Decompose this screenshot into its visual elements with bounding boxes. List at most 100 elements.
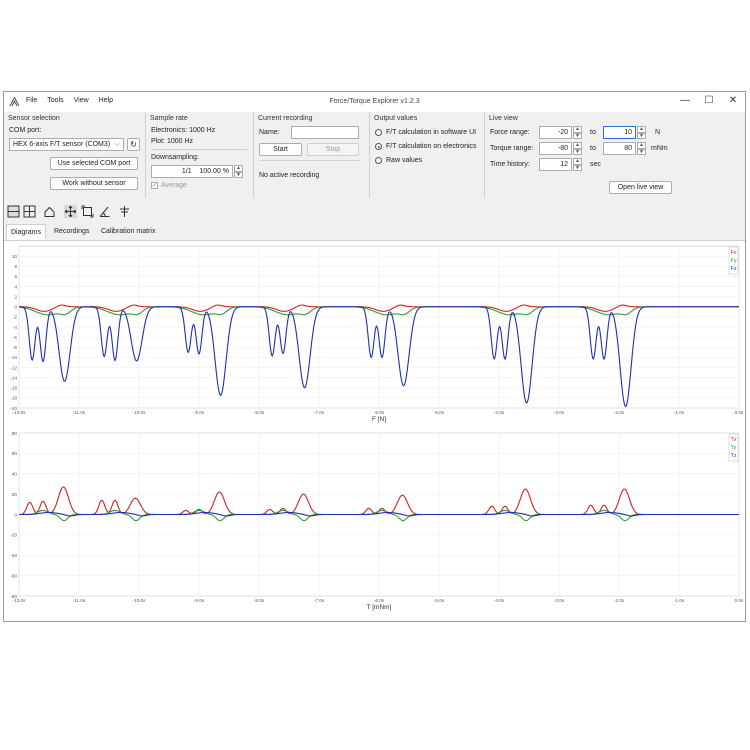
time-down-icon[interactable]: ▼ [573, 165, 582, 171]
split-rows-icon[interactable] [7, 205, 20, 218]
x-tick-label: -4.0s [494, 410, 505, 415]
y-tick-label: 20 [12, 492, 18, 497]
time-up-icon[interactable]: ▲ [573, 158, 582, 165]
refresh-button[interactable]: ↻ [127, 138, 140, 151]
tab-recordings[interactable]: Recordings [50, 224, 93, 240]
option-software-ui: F/T calculation in software UI [386, 129, 477, 136]
time-history-label: Time history: [490, 161, 530, 168]
x-tick-label: -6.0s [374, 598, 385, 603]
recording-name-input[interactable] [291, 126, 359, 139]
force-from-down-icon[interactable]: ▼ [573, 133, 582, 139]
x-tick-label: -11.0s [73, 410, 86, 415]
app-logo-icon [9, 96, 20, 107]
y-tick-label: 80 [12, 431, 18, 436]
cursor-marker-icon[interactable] [118, 205, 131, 218]
minimize-button[interactable]: — [672, 94, 698, 108]
time-history-input[interactable]: 12 [539, 158, 572, 171]
menu-tools[interactable]: Tools [47, 97, 63, 104]
torque-from-down-icon[interactable]: ▼ [573, 149, 582, 155]
app-window: File Tools View Help Force/Torque Explor… [3, 91, 746, 622]
x-tick-label: -2.0s [614, 598, 625, 603]
start-button[interactable]: Start [259, 143, 302, 156]
menu-help[interactable]: Help [99, 97, 113, 104]
com-port-select[interactable]: HEX 6-axis F/T sensor (COM3) ⌵ [9, 138, 124, 151]
y-tick-label: -40 [10, 553, 17, 558]
option-raw-values: Raw values [386, 157, 423, 164]
x-tick-label: -1.0s [674, 410, 685, 415]
y-tick-label: 10 [12, 254, 18, 259]
y-tick-label: -18 [10, 396, 17, 401]
radio-software-ui[interactable] [375, 129, 382, 136]
home-icon[interactable] [43, 205, 56, 218]
torque-from-up-icon[interactable]: ▲ [573, 142, 582, 149]
sensor-selection-group: Sensor selection COM port: HEX 6-axis F/… [4, 112, 146, 198]
grid-icon[interactable] [23, 205, 36, 218]
average-label: Average [161, 182, 187, 189]
work-without-sensor-button[interactable]: Work without sensor [50, 177, 138, 190]
y-tick-label: 60 [12, 451, 18, 456]
x-tick-label: -3.0s [554, 410, 565, 415]
y-tick-label: -12 [10, 365, 17, 370]
legend-entry: Fx [731, 250, 737, 256]
x-tick-label: -10.0s [133, 410, 146, 415]
force-torque-plots[interactable]: 1086420-2-4-6-8-10-12-14-16-18-20-12.0s -… [4, 241, 745, 622]
com-port-value: HEX 6-axis F/T sensor (COM3) [13, 141, 111, 148]
torque-to-down-icon[interactable]: ▼ [637, 149, 646, 155]
divider [259, 160, 361, 161]
current-recording-title: Current recording [258, 115, 313, 122]
radio-electronics[interactable] [375, 143, 382, 150]
menu-view[interactable]: View [74, 97, 89, 104]
x-tick-label: -6.0s [374, 410, 385, 415]
x-tick-label: 0.0s [735, 598, 744, 603]
window-title: Force/Torque Explorer v1.2.3 [329, 98, 420, 105]
x-tick-label: -3.0s [554, 598, 565, 603]
pan-icon[interactable] [64, 205, 77, 218]
x-tick-label: -10.0s [133, 598, 146, 603]
y-tick-label: 0 [14, 305, 17, 310]
chevron-down-icon: ⌵ [114, 141, 120, 148]
downsampling-input[interactable]: 1/1 100.00 % [151, 165, 233, 178]
torque-range-from-input[interactable]: -80 [539, 142, 572, 155]
y-tick-label: 8 [14, 264, 17, 269]
torque-to-up-icon[interactable]: ▲ [637, 142, 646, 149]
downsampling-down-icon[interactable]: ▼ [234, 172, 243, 178]
tab-diagrams[interactable]: Diagrams [6, 224, 46, 240]
sample-rate-title: Sample rate [150, 115, 188, 122]
torque-unit: mNm [651, 145, 668, 152]
force-to-up-icon[interactable]: ▲ [637, 126, 646, 133]
x-tick-label: -8.0s [254, 410, 265, 415]
use-com-port-button[interactable]: Use selected COM port [50, 157, 138, 170]
y-tick-label: -4 [13, 325, 18, 330]
force-from-up-icon[interactable]: ▲ [573, 126, 582, 133]
radio-raw-values[interactable] [375, 157, 382, 164]
y-tick-label: -16 [10, 386, 17, 391]
maximize-button[interactable]: ☐ [696, 94, 722, 108]
sensor-selection-title: Sensor selection [8, 115, 60, 122]
menu-file[interactable]: File [26, 97, 37, 104]
live-view-title: Live view [489, 115, 518, 122]
close-button[interactable]: ✕ [720, 94, 745, 108]
force-range-to-input[interactable]: 10 [603, 126, 636, 139]
downsampling-up-icon[interactable]: ▲ [234, 165, 243, 172]
average-checkbox[interactable]: ✓ [151, 182, 158, 189]
x-axis-label: T [mNm] [367, 604, 392, 611]
recording-status: No active recording [259, 172, 320, 179]
diagram-area: 10 8 6 4 2 0 -2 -4 -6 -8 -10 -12 -14 -16 -18 -20 -12.0s -… [4, 241, 745, 622]
force-range-from-input[interactable]: -20 [539, 126, 572, 139]
force-to-down-icon[interactable]: ▼ [637, 133, 646, 139]
recording-name-label: Name: [259, 129, 280, 136]
x-tick-label: -7.0s [314, 410, 325, 415]
stop-button[interactable]: Stop [307, 143, 359, 156]
y-tick-label: -20 [10, 533, 17, 538]
torque-to-label: to [590, 145, 596, 152]
measure-angle-icon[interactable] [98, 205, 111, 218]
y-tick-label: -8 [13, 345, 18, 350]
zoom-box-icon[interactable] [81, 205, 94, 218]
tab-calibration-matrix[interactable]: Calibration matrix [97, 224, 159, 240]
force-range-label: Force range: [490, 129, 530, 136]
open-live-view-button[interactable]: Open live view [609, 181, 672, 194]
force-unit: N [655, 129, 661, 136]
downsampling-label: Downsampling: [151, 154, 199, 161]
torque-range-to-input[interactable]: 80 [603, 142, 636, 155]
y-tick-label: 4 [14, 284, 17, 289]
